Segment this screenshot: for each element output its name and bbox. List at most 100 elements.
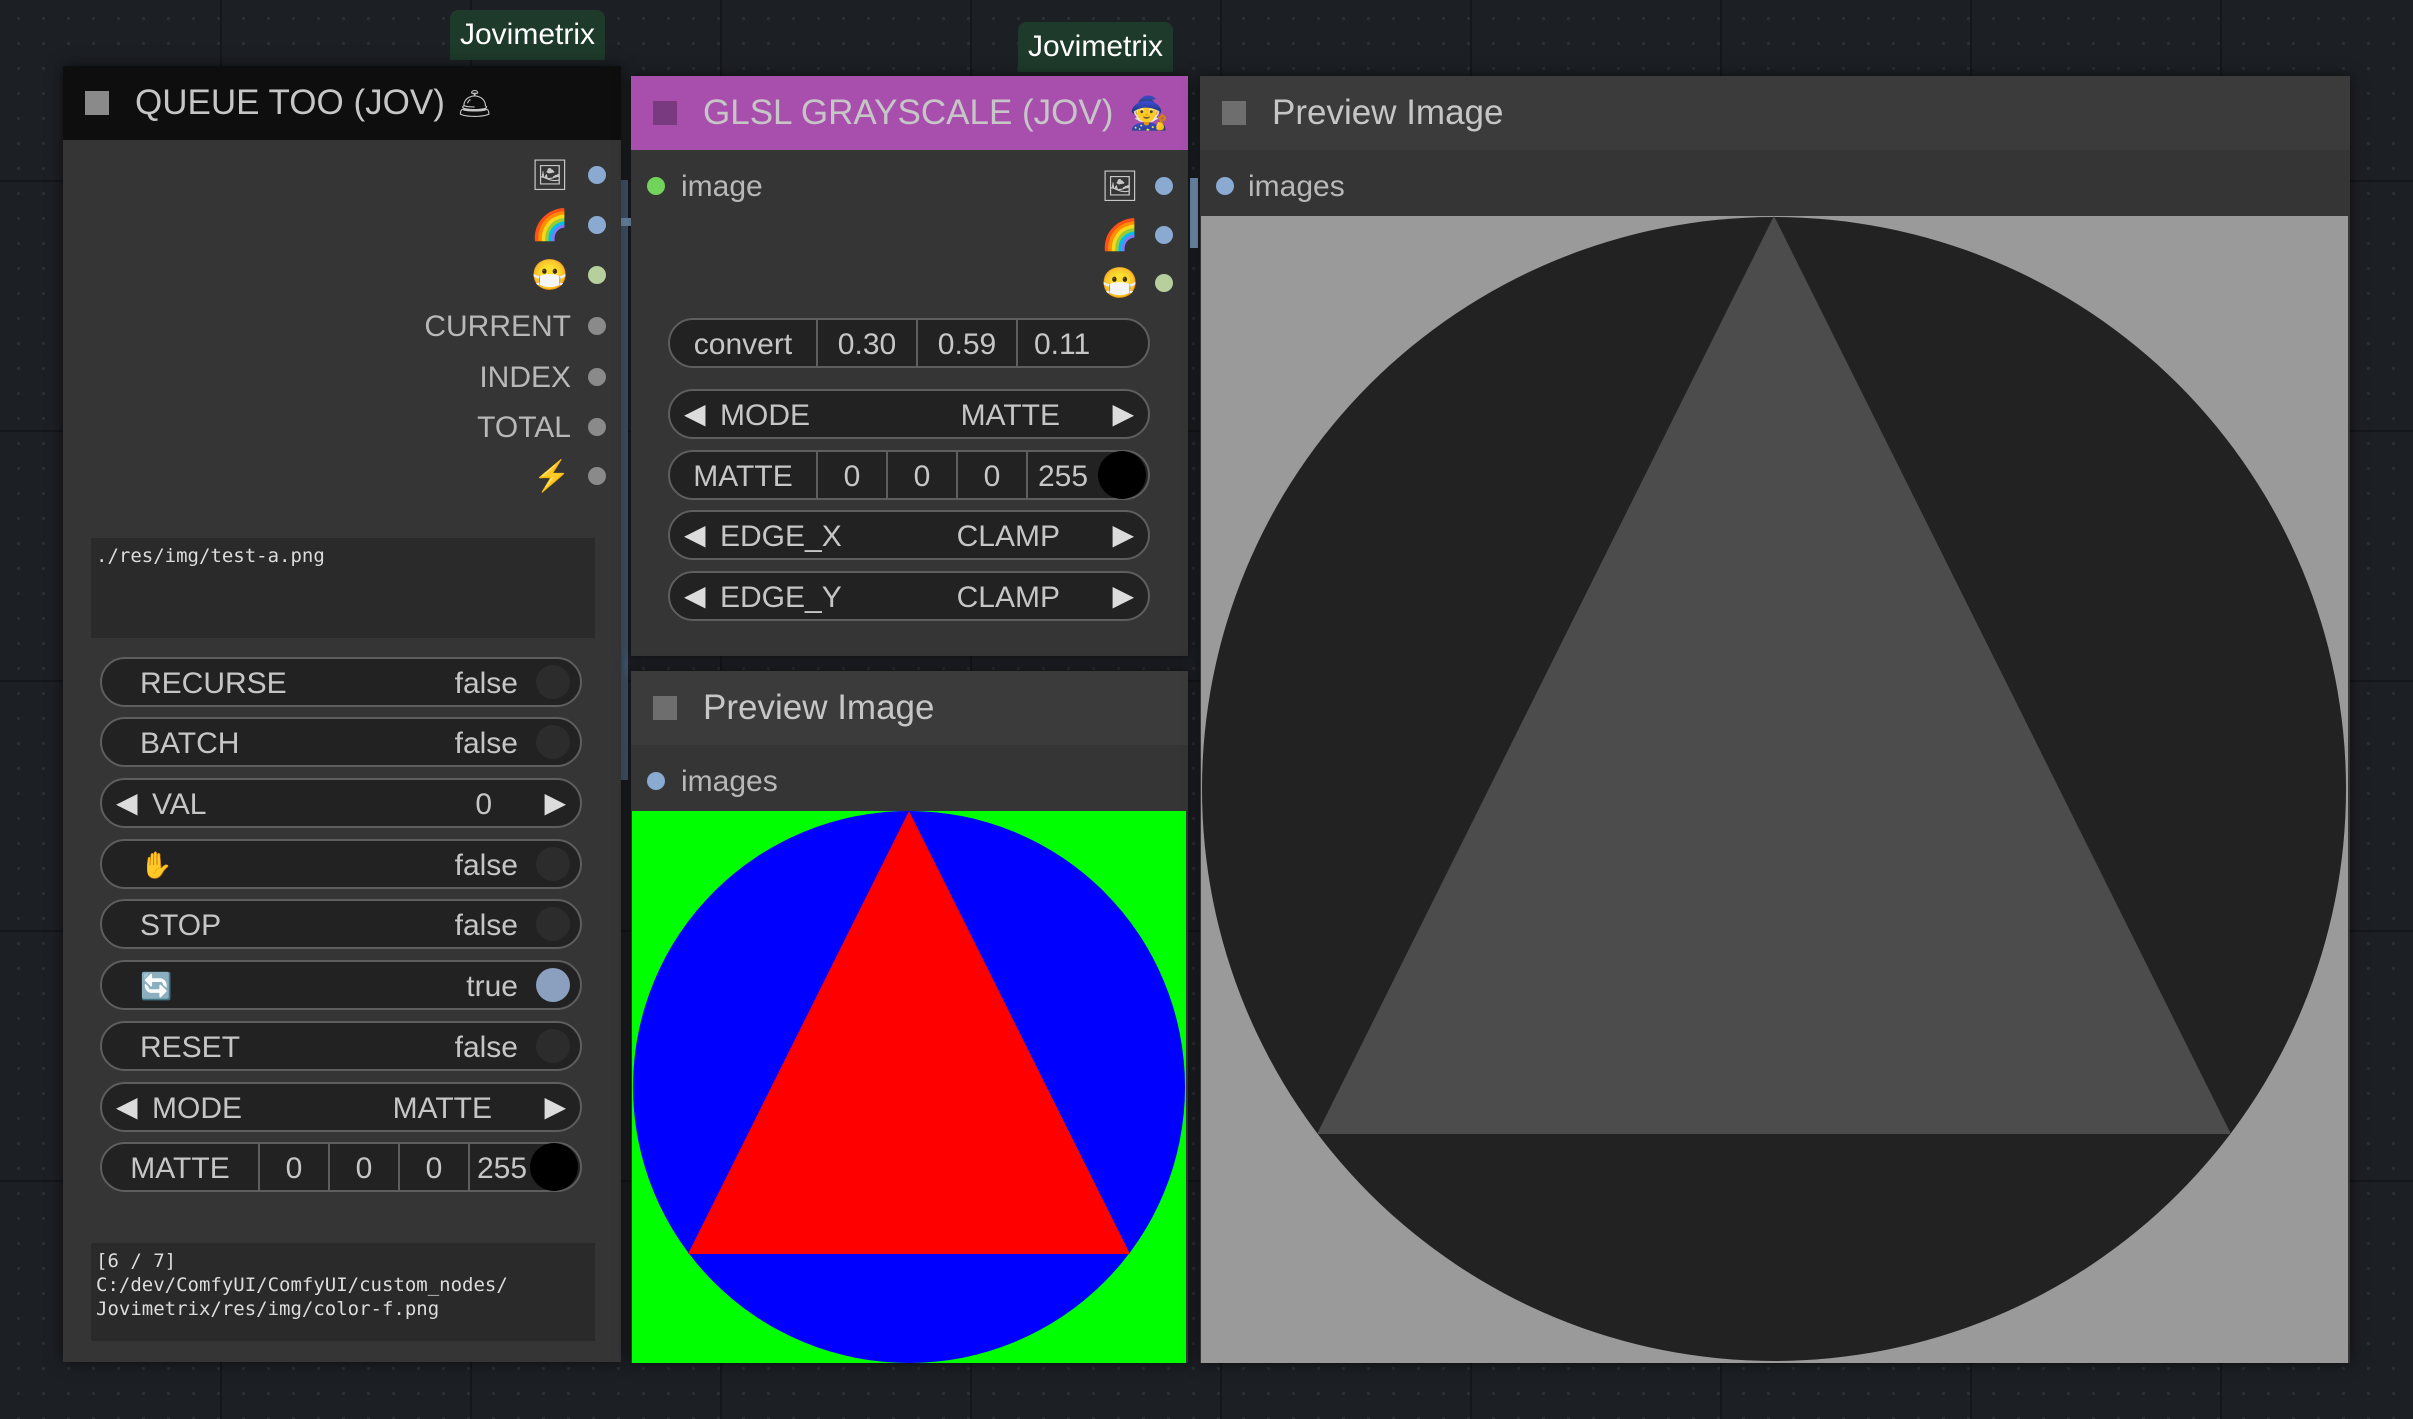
mode-combo[interactable]: ◀ MODE MATTE ▶ — [100, 1082, 582, 1132]
node-title: Preview Image — [703, 688, 935, 727]
matte-a-value[interactable]: 255 — [470, 1152, 534, 1186]
decrement-arrow-icon[interactable]: ◀ — [116, 1084, 138, 1130]
collapse-toggle[interactable] — [653, 101, 677, 125]
loop-icon: 🔄 — [140, 971, 173, 1001]
preview-image-node[interactable]: Preview Image images — [631, 671, 1188, 1363]
input-slot-images[interactable] — [647, 772, 665, 790]
increment-arrow-icon[interactable]: ▶ — [1112, 391, 1134, 437]
matte-b-value[interactable]: 0 — [958, 460, 1026, 494]
output-slot-mask[interactable] — [588, 266, 606, 284]
reset-toggle[interactable]: RESET false — [100, 1021, 582, 1071]
output-slot-index[interactable] — [588, 368, 606, 386]
increment-arrow-icon[interactable]: ▶ — [1112, 573, 1134, 619]
image-output-icon: 🖼 — [1101, 170, 1140, 203]
output-slot-rgb[interactable] — [1155, 226, 1173, 244]
mask-output-icon: 😷 — [1101, 267, 1139, 300]
widget-value: false — [454, 667, 518, 700]
increment-arrow-icon[interactable]: ▶ — [544, 780, 566, 826]
matte-r-value[interactable]: 0 — [260, 1152, 328, 1186]
collapse-toggle[interactable] — [85, 91, 109, 115]
decrement-arrow-icon[interactable]: ◀ — [684, 573, 706, 619]
color-swatch[interactable] — [530, 1143, 578, 1191]
widget-label: VAL — [152, 788, 207, 821]
collapse-toggle[interactable] — [1222, 101, 1246, 125]
batch-toggle[interactable]: BATCH false — [100, 717, 582, 767]
widget-label: RESET — [140, 1031, 241, 1064]
widget-label: STOP — [140, 909, 222, 942]
decrement-arrow-icon[interactable]: ◀ — [684, 512, 706, 558]
connection-wire — [1190, 178, 1198, 248]
output-slot-rgb[interactable] — [588, 216, 606, 234]
mode-combo[interactable]: ◀ MODE MATTE ▶ — [668, 389, 1150, 439]
queue-too-node[interactable]: QUEUE TOO (JOV) 🛎 🖼 🌈 😷 CURRENT INDEX TO… — [63, 66, 621, 1362]
widget-value: CLAMP — [956, 581, 1060, 614]
stop-toggle[interactable]: STOP false — [100, 899, 582, 949]
hand-icon: ✋ — [140, 850, 173, 880]
input-slot-image[interactable] — [647, 177, 665, 195]
loop-toggle[interactable]: 🔄 true — [100, 960, 582, 1010]
node-title: Preview Image — [1272, 93, 1504, 132]
output-slot-total[interactable] — [588, 418, 606, 436]
convert-vector-widget[interactable]: convert 0.30 0.59 0.11 — [668, 318, 1150, 368]
edge-x-combo[interactable]: ◀ EDGE_X CLAMP ▶ — [668, 510, 1150, 560]
toggle-indicator — [536, 847, 570, 881]
widget-label: MATTE — [130, 1152, 230, 1185]
decrement-arrow-icon[interactable]: ◀ — [116, 780, 138, 826]
matte-a-value[interactable]: 255 — [1028, 460, 1098, 494]
widget-label: RECURSE — [140, 667, 287, 700]
matte-color-widget[interactable]: MATTE 0 0 0 255 — [100, 1142, 582, 1192]
increment-arrow-icon[interactable]: ▶ — [544, 1084, 566, 1130]
matte-b-value[interactable]: 0 — [400, 1152, 468, 1186]
group-label[interactable]: Jovimetrix — [1018, 22, 1174, 72]
input-slot-images[interactable] — [1216, 177, 1234, 195]
output-slot-mask[interactable] — [1155, 274, 1173, 292]
increment-arrow-icon[interactable]: ▶ — [1112, 512, 1134, 558]
output-label-current: CURRENT — [424, 310, 571, 343]
wizard-icon: 🧙 — [1129, 95, 1170, 131]
toggle-indicator — [536, 725, 570, 759]
path-textarea[interactable]: ./res/img/test-a.png — [91, 538, 595, 638]
convert-r-value[interactable]: 0.30 — [818, 328, 916, 362]
color-swatch[interactable] — [1098, 451, 1146, 499]
hold-toggle[interactable]: ✋ false — [100, 839, 582, 889]
collapse-toggle[interactable] — [653, 696, 677, 720]
widget-label: MODE — [152, 1092, 242, 1125]
node-title: QUEUE TOO (JOV) — [135, 83, 445, 122]
output-slot-current[interactable] — [588, 317, 606, 335]
node-title-bar[interactable]: QUEUE TOO (JOV) 🛎 — [63, 66, 621, 140]
node-title-bar[interactable]: Preview Image — [1200, 76, 2350, 150]
widget-value: MATTE — [960, 399, 1060, 432]
node-title-bar[interactable]: Preview Image — [631, 671, 1188, 745]
input-label: images — [1248, 170, 1345, 203]
val-stepper[interactable]: ◀ VAL 0 ▶ — [100, 778, 582, 828]
toggle-indicator — [536, 665, 570, 699]
recurse-toggle[interactable]: RECURSE false — [100, 657, 582, 707]
output-slot-image[interactable] — [1155, 177, 1173, 195]
rainbow-output-icon: 🌈 — [531, 209, 569, 242]
output-label-total: TOTAL — [477, 411, 571, 444]
toggle-indicator — [536, 968, 570, 1002]
convert-g-value[interactable]: 0.59 — [918, 328, 1016, 362]
status-textarea[interactable]: [6 / 7] C:/dev/ComfyUI/ComfyUI/custom_no… — [91, 1243, 595, 1341]
group-label[interactable]: Jovimetrix — [450, 10, 606, 60]
widget-value: CLAMP — [956, 520, 1060, 553]
edge-y-combo[interactable]: ◀ EDGE_Y CLAMP ▶ — [668, 571, 1150, 621]
output-slot-trigger[interactable] — [588, 467, 606, 485]
decrement-arrow-icon[interactable]: ◀ — [684, 391, 706, 437]
widget-label: BATCH — [140, 727, 240, 760]
matte-color-widget[interactable]: MATTE 0 0 0 255 — [668, 450, 1150, 500]
matte-g-value[interactable]: 0 — [888, 460, 956, 494]
lightning-icon: ⚡ — [533, 460, 571, 493]
widget-label: convert — [693, 328, 793, 361]
input-label: images — [681, 765, 778, 798]
output-slot-image[interactable] — [588, 166, 606, 184]
preview-image-node-large[interactable]: Preview Image images — [1200, 76, 2350, 1363]
matte-g-value[interactable]: 0 — [330, 1152, 398, 1186]
widget-value: false — [454, 1031, 518, 1064]
widget-label: EDGE_Y — [720, 581, 842, 614]
matte-r-value[interactable]: 0 — [818, 460, 886, 494]
node-title-bar[interactable]: GLSL GRAYSCALE (JOV) 🧙 — [631, 76, 1188, 150]
glsl-grayscale-node[interactable]: GLSL GRAYSCALE (JOV) 🧙 image 🖼 🌈 😷 conve… — [631, 76, 1188, 656]
widget-label: MATTE — [693, 460, 793, 493]
convert-b-value[interactable]: 0.11 — [1018, 328, 1122, 362]
